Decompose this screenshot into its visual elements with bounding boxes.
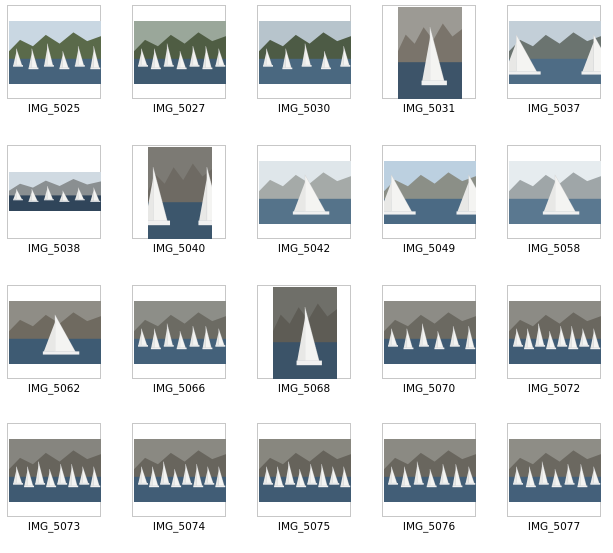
thumbnail-frame[interactable]: [132, 5, 226, 99]
sailboat-photo-thumbnail[interactable]: [148, 147, 212, 239]
thumbnail-tile[interactable]: IMG_5042: [250, 140, 375, 275]
thumbnail-filename-label[interactable]: IMG_5070: [375, 383, 483, 395]
thumbnail-frame[interactable]: [257, 285, 351, 379]
thumbnail-filename-label[interactable]: IMG_5042: [250, 243, 358, 255]
thumbnail-frame[interactable]: [507, 145, 601, 239]
thumbnail-tile[interactable]: IMG_5030: [250, 0, 375, 135]
sailboat-photo-thumbnail[interactable]: [384, 301, 476, 364]
thumbnail-filename-label[interactable]: IMG_5068: [250, 383, 358, 395]
thumbnail-tile[interactable]: IMG_5072: [500, 280, 613, 415]
thumbnail-filename-label[interactable]: IMG_5076: [375, 521, 483, 533]
thumbnail-tile[interactable]: IMG_5049: [375, 140, 500, 275]
thumbnail-tile[interactable]: IMG_5038: [0, 140, 125, 275]
thumbnail-filename-label[interactable]: IMG_5058: [500, 243, 608, 255]
thumbnail-frame[interactable]: [7, 5, 101, 99]
thumbnail-tile[interactable]: IMG_5076: [375, 418, 500, 553]
thumbnail-filename-label[interactable]: IMG_5025: [0, 103, 108, 115]
thumbnail-frame[interactable]: [257, 5, 351, 99]
thumbnail-frame[interactable]: [382, 423, 476, 517]
sailboat-photo-thumbnail[interactable]: [9, 439, 101, 502]
thumbnail-filename-label[interactable]: IMG_5066: [125, 383, 233, 395]
thumbnail-frame[interactable]: [382, 145, 476, 239]
sailboat-photo-thumbnail[interactable]: [509, 161, 601, 224]
thumbnail-frame[interactable]: [382, 5, 476, 99]
thumbnail-tile[interactable]: IMG_5074: [125, 418, 250, 553]
sailboat-photo-thumbnail[interactable]: [9, 172, 101, 211]
sailboat-photo-thumbnail[interactable]: [509, 301, 601, 364]
thumbnail-frame[interactable]: [382, 285, 476, 379]
thumbnail-frame[interactable]: [132, 285, 226, 379]
thumbnail-frame[interactable]: [257, 145, 351, 239]
sailboat-photo-thumbnail[interactable]: [259, 439, 351, 502]
thumbnail-grid: IMG_5025 IMG_5027 IMG_5030 IMG_5031 IMG_5037…: [0, 0, 613, 545]
sailboat-photo-thumbnail[interactable]: [273, 287, 337, 379]
sailboat-photo-thumbnail[interactable]: [384, 439, 476, 502]
thumbnail-filename-label[interactable]: IMG_5030: [250, 103, 358, 115]
thumbnail-filename-label[interactable]: IMG_5037: [500, 103, 608, 115]
thumbnail-frame[interactable]: [132, 145, 226, 239]
sailboat-photo-thumbnail[interactable]: [134, 439, 226, 502]
thumbnail-tile[interactable]: IMG_5066: [125, 280, 250, 415]
thumbnail-tile[interactable]: IMG_5077: [500, 418, 613, 553]
thumbnail-tile[interactable]: IMG_5027: [125, 0, 250, 135]
sailboat-photo-thumbnail[interactable]: [259, 161, 351, 224]
thumbnail-filename-label[interactable]: IMG_5049: [375, 243, 483, 255]
thumbnail-tile[interactable]: IMG_5070: [375, 280, 500, 415]
thumbnail-filename-label[interactable]: IMG_5038: [0, 243, 108, 255]
thumbnail-tile[interactable]: IMG_5058: [500, 140, 613, 275]
thumbnail-tile[interactable]: IMG_5075: [250, 418, 375, 553]
thumbnail-frame[interactable]: [507, 5, 601, 99]
thumbnail-tile[interactable]: IMG_5025: [0, 0, 125, 135]
thumbnail-frame[interactable]: [7, 145, 101, 239]
thumbnail-filename-label[interactable]: IMG_5073: [0, 521, 108, 533]
thumbnail-filename-label[interactable]: IMG_5077: [500, 521, 608, 533]
sailboat-photo-thumbnail[interactable]: [9, 301, 101, 364]
sailboat-photo-thumbnail[interactable]: [384, 161, 476, 224]
thumbnail-tile[interactable]: IMG_5062: [0, 280, 125, 415]
thumbnail-filename-label[interactable]: IMG_5072: [500, 383, 608, 395]
thumbnail-tile[interactable]: IMG_5073: [0, 418, 125, 553]
thumbnail-filename-label[interactable]: IMG_5075: [250, 521, 358, 533]
thumbnail-frame[interactable]: [507, 285, 601, 379]
sailboat-photo-thumbnail[interactable]: [259, 21, 351, 84]
sailboat-photo-thumbnail[interactable]: [134, 301, 226, 364]
thumbnail-tile[interactable]: IMG_5068: [250, 280, 375, 415]
thumbnail-filename-label[interactable]: IMG_5031: [375, 103, 483, 115]
thumbnail-frame[interactable]: [257, 423, 351, 517]
thumbnail-filename-label[interactable]: IMG_5040: [125, 243, 233, 255]
thumbnail-filename-label[interactable]: IMG_5062: [0, 383, 108, 395]
sailboat-photo-thumbnail[interactable]: [398, 7, 462, 99]
thumbnail-filename-label[interactable]: IMG_5074: [125, 521, 233, 533]
thumbnail-tile[interactable]: IMG_5037: [500, 0, 613, 135]
sailboat-photo-thumbnail[interactable]: [134, 21, 226, 84]
thumbnail-tile[interactable]: IMG_5031: [375, 0, 500, 135]
thumbnail-frame[interactable]: [132, 423, 226, 517]
sailboat-photo-thumbnail[interactable]: [509, 439, 601, 502]
thumbnail-filename-label[interactable]: IMG_5027: [125, 103, 233, 115]
sailboat-photo-thumbnail[interactable]: [509, 21, 601, 84]
thumbnail-frame[interactable]: [507, 423, 601, 517]
sailboat-photo-thumbnail[interactable]: [9, 21, 101, 84]
thumbnail-frame[interactable]: [7, 423, 101, 517]
thumbnail-frame[interactable]: [7, 285, 101, 379]
thumbnail-tile[interactable]: IMG_5040: [125, 140, 250, 275]
